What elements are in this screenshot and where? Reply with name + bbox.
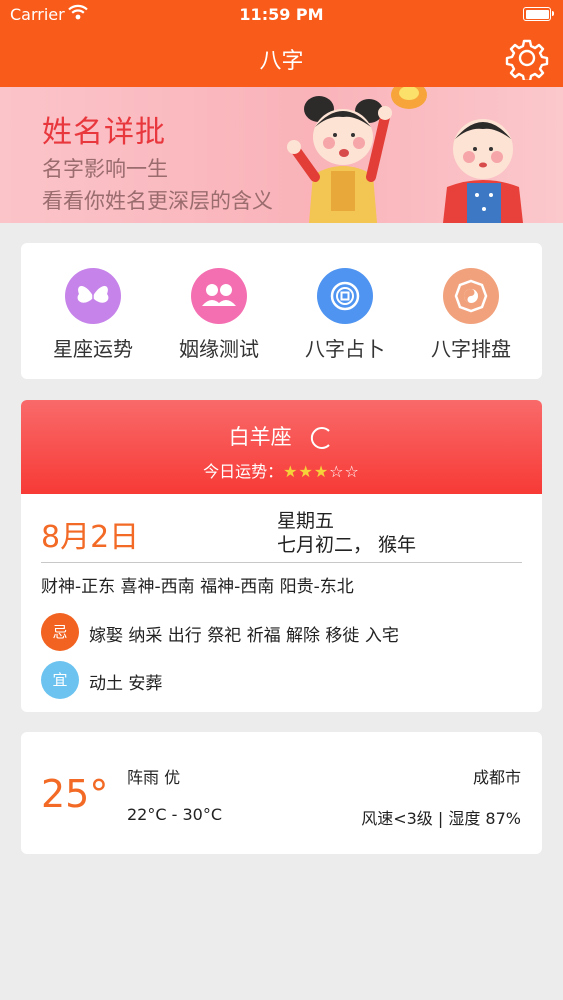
horoscope-header[interactable]: 白羊座 今日运势：★★★☆☆ <box>21 400 542 494</box>
status-time: 11:59 PM <box>239 5 324 24</box>
luck-stars-empty: ☆☆ <box>329 462 360 481</box>
weekday: 星期五 <box>277 510 335 532</box>
city-name: 成都市 <box>472 768 521 787</box>
avoid-activities: 嫁娶 纳采 出行 祭祀 祈福 解除 移徙 入宅 <box>89 626 399 646</box>
menu-item-horoscope[interactable]: 星座运势 <box>28 268 158 362</box>
banner-subtitle-1: 名字影响一生 <box>42 157 168 181</box>
menu-item-divination[interactable]: 八字占卜 <box>280 268 410 362</box>
temperature-range: 22°C - 30°C <box>127 805 223 824</box>
status-bar: Carrier 11:59 PM <box>0 0 563 30</box>
menu-label-divination: 八字占卜 <box>305 337 385 361</box>
nav-bar: 八字 <box>0 30 563 87</box>
god-directions: 财神-正东 喜神-西南 福神-西南 阳贵-东北 <box>41 577 354 597</box>
menu-item-marriage[interactable]: 姻缘测试 <box>154 268 284 362</box>
children-illustration <box>287 87 523 223</box>
gear-icon[interactable] <box>505 36 549 83</box>
suitable-activities: 动土 安葬 <box>89 674 163 694</box>
page-title: 八字 <box>259 49 304 74</box>
zodiac-sign-label: 白羊座 <box>228 425 292 449</box>
daily-fortune-card: 白羊座 今日运势：★★★☆☆ 8月2日 星期五 七月初二， 猴年 财神-正东 喜… <box>21 400 542 712</box>
solar-date: 8月2日 <box>41 520 140 555</box>
menu-label-chart: 八字排盘 <box>431 337 511 361</box>
current-temperature: 25° <box>41 772 109 816</box>
wind-humidity: 风速<3级 | 湿度 87% <box>361 809 521 828</box>
luck-rating: 今日运势：★★★☆☆ <box>21 458 542 482</box>
banner-subtitle-2: 看看你姓名更深层的含义 <box>42 189 273 213</box>
menu-label-horoscope: 星座运势 <box>53 337 133 361</box>
bagua-icon <box>443 268 499 324</box>
weather-card[interactable]: 25° 阵雨 优 22°C - 30°C 成都市 风速<3级 | 湿度 87% <box>21 732 542 854</box>
refresh-icon[interactable] <box>308 425 334 451</box>
lunar-date: 七月初二， 猴年 <box>277 534 417 556</box>
menu-item-chart[interactable]: 八字排盘 <box>406 268 536 362</box>
couple-icon <box>191 268 247 324</box>
name-analysis-banner[interactable]: 姓名详批 名字影响一生 看看你姓名更深层的含义 <box>0 87 563 223</box>
divider <box>41 562 522 563</box>
battery-icon <box>523 7 554 21</box>
luck-stars-filled: ★★★ <box>283 462 330 481</box>
butterfly-icon <box>65 268 121 324</box>
luck-label: 今日运势： <box>203 462 284 481</box>
menu-label-marriage: 姻缘测试 <box>179 337 259 361</box>
avoid-badge: 忌 <box>41 613 79 651</box>
feature-menu: 星座运势 姻缘测试 八字占卜 八字排盘 <box>21 243 542 379</box>
luck-stars: ★★★☆☆ <box>283 462 360 481</box>
suitable-badge: 宜 <box>41 661 79 699</box>
coin-icon <box>317 268 373 324</box>
weather-condition: 阵雨 优 <box>127 768 181 787</box>
banner-title: 姓名详批 <box>42 115 166 150</box>
zodiac-sign: 白羊座 <box>21 421 542 451</box>
